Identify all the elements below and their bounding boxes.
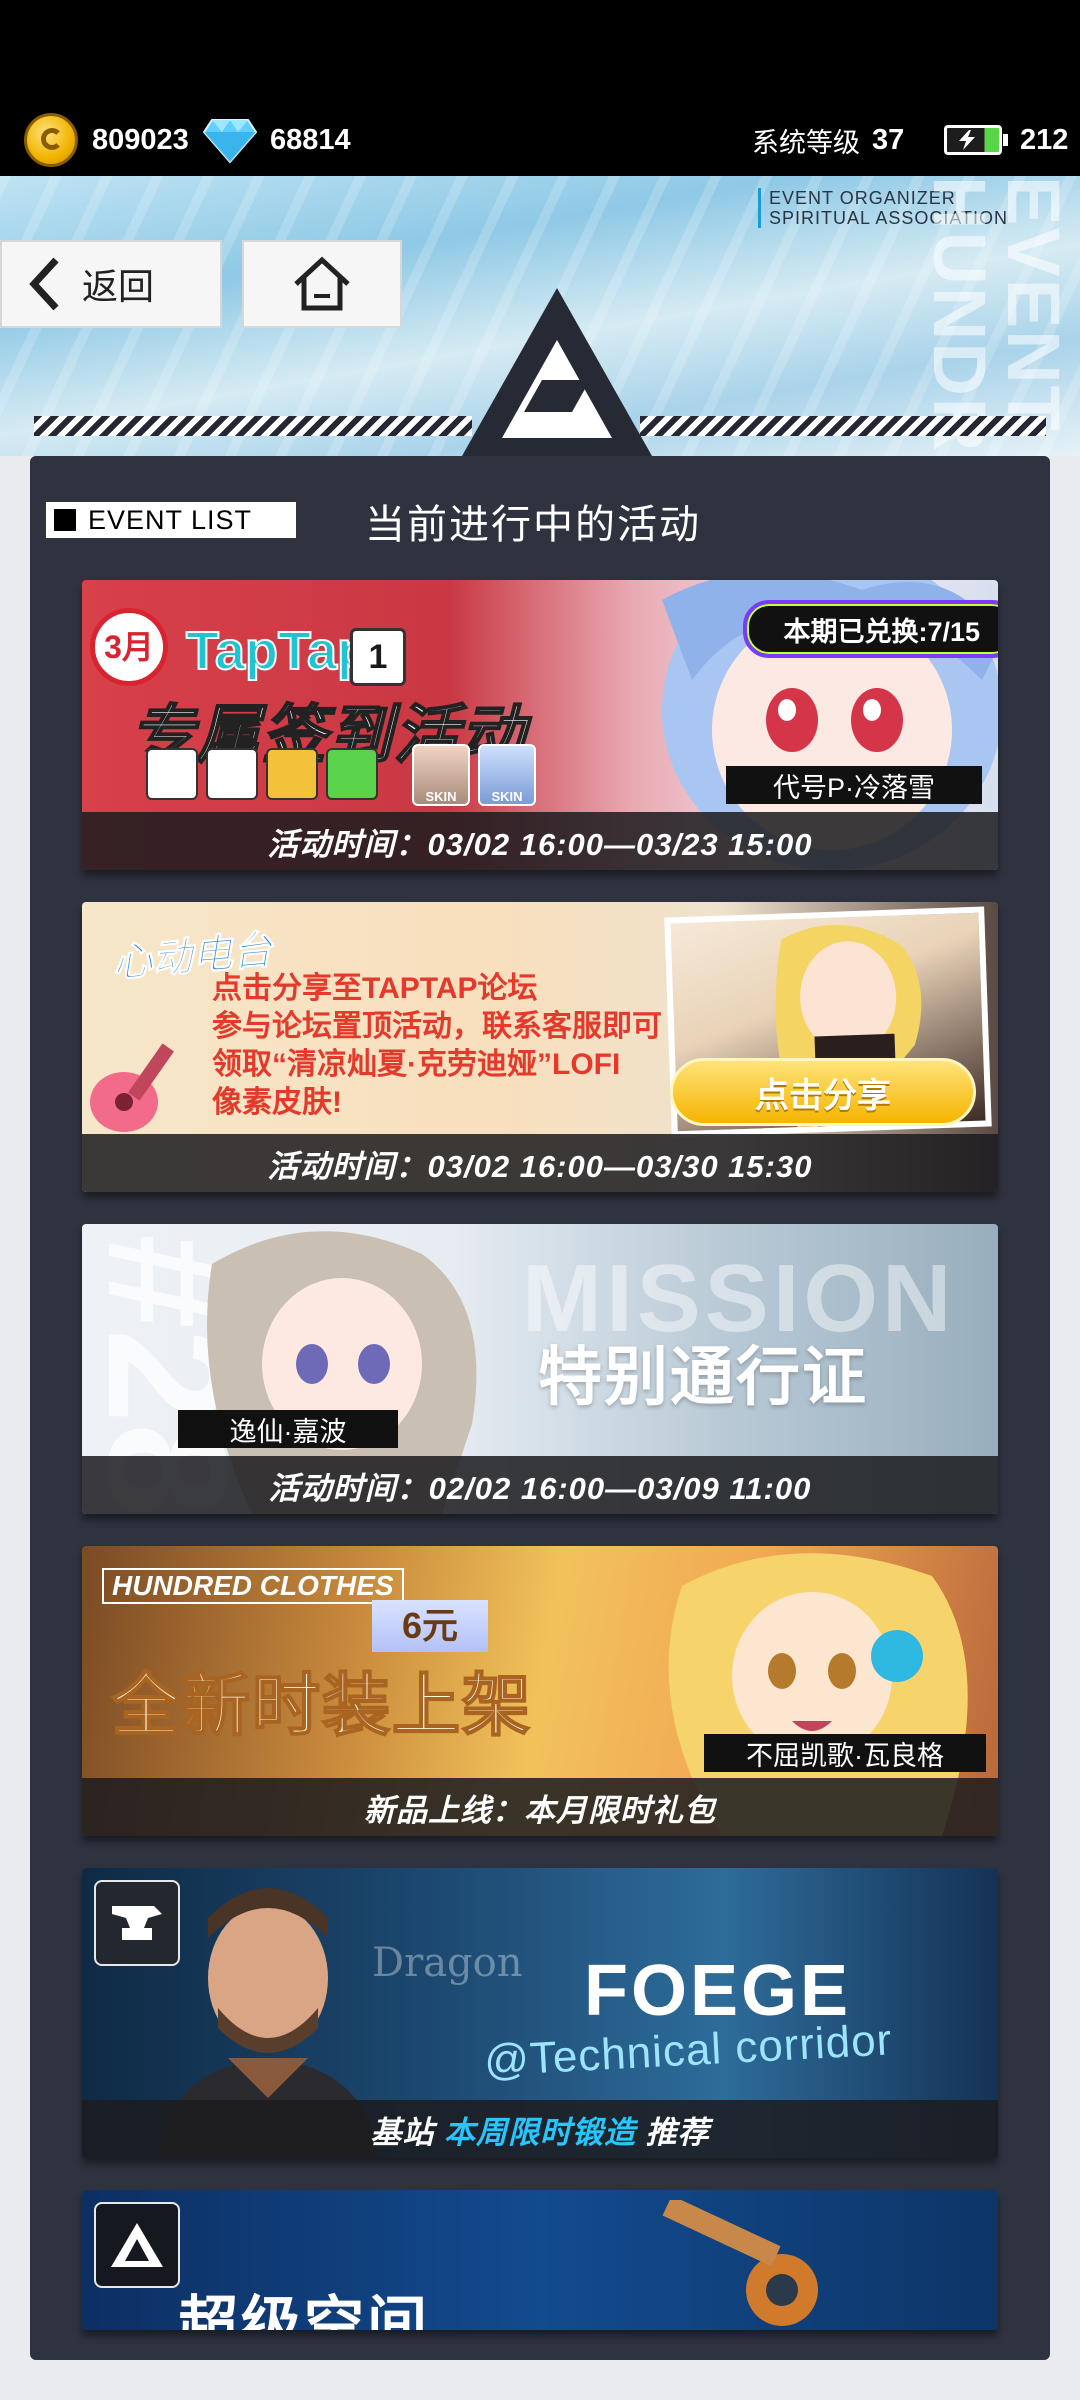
energy-counter[interactable]: 212 <box>944 108 1068 172</box>
event-card-forge[interactable]: Dragon FOEGE @Technical corridor 基站 本周限时… <box>82 1868 998 2158</box>
resource-bar: 809023 68814 系统等级 37 212 <box>0 0 1080 176</box>
event-list-tag: EVENT LIST <box>46 502 296 538</box>
level-label: 系统等级 <box>752 127 860 158</box>
system-level: 系统等级 37 <box>752 108 904 172</box>
gem-amount: 68814 <box>270 123 351 156</box>
anvil-icon <box>94 1880 180 1966</box>
back-label: 返回 <box>82 266 155 307</box>
character-name: 代号P·冷落雪 <box>726 766 982 804</box>
event-time: 基站 本周限时锻造 推荐 <box>82 2100 998 2158</box>
coin-counter[interactable]: 809023 <box>24 108 189 172</box>
skin-rewards: SKIN SKIN <box>412 744 536 806</box>
share-button[interactable]: 点击分享 <box>670 1058 976 1126</box>
chevron-left-icon <box>29 257 59 311</box>
event-list-panel: EVENT LIST 当前进行中的活动 3月 TapTap 1 专属签到活动 S… <box>30 456 1050 2360</box>
level-value: 37 <box>872 123 905 156</box>
back-button[interactable]: 返回 <box>0 240 222 328</box>
event-header: EVENT ORGANIZER SPIRITUAL ASSOCIATION EV… <box>0 176 1080 456</box>
character-name: 逸仙·嘉波 <box>178 1410 398 1448</box>
coin-amount: 809023 <box>92 123 189 156</box>
character-name: 不屈凯歌·瓦良格 <box>704 1734 986 1772</box>
coin-icon <box>24 113 78 167</box>
gem-counter[interactable]: 68814 <box>202 108 351 172</box>
brand-logo: HUNDRED CLOTHES <box>102 1568 404 1604</box>
home-icon <box>294 256 350 311</box>
mech-arm-illustration <box>662 2200 818 2326</box>
reward-item-icon <box>146 748 198 800</box>
triangle-logo-icon <box>94 2202 180 2288</box>
skin-reward-icon: SKIN <box>412 744 470 806</box>
decor-stripe-left <box>34 416 472 436</box>
energy-amount: 212 <box>1020 123 1069 156</box>
association-logo-icon <box>462 288 652 456</box>
price-tag: 6元 <box>372 1600 488 1652</box>
diamond-icon <box>202 119 258 164</box>
share-instructions: 点击分享至TAPTAP论坛 参与论坛置顶活动，联系客服即可 领取“清凉灿夏·克劳… <box>212 972 662 1119</box>
calendar-icon: 1 <box>350 628 406 686</box>
taptap-logo: TapTap <box>185 620 371 682</box>
redeem-progress-badge: 本期已兑换:7/15 <box>743 600 998 658</box>
card-title: 超级空间 <box>178 2291 430 2330</box>
event-time: 新品上线：本月限时礼包 <box>82 1778 998 1836</box>
card-title: 全新时装上架 <box>111 1665 533 1747</box>
event-card-new-outfits[interactable]: HUNDRED CLOTHES 6元 全新时装上架 不屈凯歌·瓦良格 新品上线：… <box>82 1546 998 1836</box>
vertical-decor-text: EVENT HUNDRED <box>918 176 1075 456</box>
event-card-taptap-signin[interactable]: 3月 TapTap 1 专属签到活动 SKIN SKIN 本期已兑换:7/15 … <box>82 580 998 870</box>
event-time: 活动时间：03/02 16:00—03/23 15:00 <box>82 812 998 870</box>
tag-square-icon <box>54 509 76 531</box>
card-title: 特别通行证 <box>538 1341 868 1413</box>
reward-item-icon <box>266 748 318 800</box>
reward-item-icon <box>326 748 378 800</box>
event-card-pass[interactable]: #28 MISSION 特别通行证 逸仙·嘉波 活动时间：02/02 16:00… <box>82 1224 998 1514</box>
month-badge: 3月 <box>90 608 168 686</box>
skin-reward-icon: SKIN <box>478 744 536 806</box>
reward-items <box>146 748 378 800</box>
reward-item-icon <box>206 748 258 800</box>
home-button[interactable] <box>242 240 402 328</box>
event-card-space[interactable]: 超级空间 <box>82 2190 998 2330</box>
list-title: 当前进行中的活动 <box>365 503 701 547</box>
decor-stripe-right <box>640 416 1046 436</box>
event-card-share[interactable]: 心动电台 点击分享至TAPTAP论坛 参与论坛置顶活动，联系客服即可 领取“清凉… <box>82 902 998 1192</box>
battery-icon <box>944 125 1008 155</box>
event-time: 活动时间：03/02 16:00—03/30 15:30 <box>82 1134 998 1192</box>
event-time: 活动时间：02/02 16:00—03/09 11:00 <box>82 1456 998 1514</box>
guitar-icon <box>90 1043 174 1132</box>
